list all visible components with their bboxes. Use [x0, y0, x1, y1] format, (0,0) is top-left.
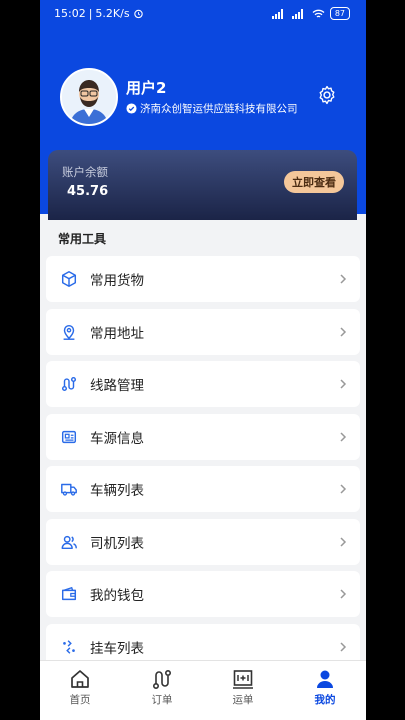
wifi-icon	[312, 9, 325, 18]
balance-value: 45.76	[67, 184, 109, 199]
menu-item-common-address[interactable]: 常用地址	[46, 309, 360, 355]
username: 用户2	[126, 79, 167, 97]
waybill-icon	[233, 670, 253, 689]
menu-item-common-goods[interactable]: 常用货物	[46, 256, 360, 302]
id-card-icon	[58, 426, 80, 448]
trailer-icon	[58, 636, 80, 658]
chevron-right-icon	[340, 642, 347, 652]
app-screen: 15:02 | 5.2K/s 87 用户2 济南众创智运供应链科技有限公司 账户…	[40, 0, 366, 720]
menu-item-my-wallet[interactable]: 我的钱包	[46, 571, 360, 617]
menu-item-label: 线路管理	[90, 378, 144, 394]
chevron-right-icon	[340, 484, 347, 494]
users-icon	[58, 531, 80, 553]
tab-label: 我的	[314, 694, 336, 706]
chevron-right-icon	[340, 537, 347, 547]
truck-icon	[58, 478, 80, 500]
location-pin-icon	[58, 321, 80, 343]
balance-label: 账户余额	[62, 165, 108, 179]
chevron-right-icon	[340, 274, 347, 284]
menu-item-vehicle-list[interactable]: 车辆列表	[46, 466, 360, 512]
signal-icon	[271, 8, 283, 19]
company-label: 济南众创智运供应链科技有限公司	[140, 103, 298, 115]
verified-badge-icon	[126, 103, 137, 114]
tab-waybills[interactable]: 运单	[203, 661, 283, 713]
battery-indicator: 87	[329, 7, 350, 20]
balance-card: 账户余额 45.76 立即查看	[48, 150, 357, 220]
bottom-tab-bar: 首页 订单 运单 我的	[40, 660, 366, 713]
order-route-icon	[152, 669, 172, 690]
status-time: 15:02	[54, 7, 86, 20]
tab-mine[interactable]: 我的	[285, 661, 365, 713]
menu-item-label: 挂车列表	[90, 641, 144, 657]
chevron-right-icon	[340, 589, 347, 599]
menu-item-route-management[interactable]: 线路管理	[46, 361, 360, 407]
chevron-right-icon	[340, 379, 347, 389]
status-bar: 15:02 | 5.2K/s 87	[40, 0, 366, 28]
settings-gear-icon[interactable]	[316, 84, 338, 106]
route-icon	[58, 373, 80, 395]
tab-label: 首页	[69, 694, 91, 706]
menu-item-label: 我的钱包	[90, 588, 144, 604]
company-name: 济南众创智运供应链科技有限公司	[126, 101, 298, 116]
tab-orders[interactable]: 订单	[122, 661, 202, 713]
menu-item-vehicle-source[interactable]: 车源信息	[46, 414, 360, 460]
home-indicator-area	[40, 712, 366, 720]
tab-home[interactable]: 首页	[40, 661, 120, 713]
menu-item-label: 司机列表	[90, 536, 144, 552]
avatar[interactable]	[60, 68, 118, 126]
signal-icon-2	[291, 8, 303, 19]
menu-item-label: 常用货物	[90, 273, 144, 289]
chevron-right-icon	[340, 432, 347, 442]
profile-header: 15:02 | 5.2K/s 87 用户2 济南众创智运供应链科技有限公司 账户…	[40, 0, 366, 220]
view-balance-button[interactable]: 立即查看	[284, 171, 344, 193]
person-icon	[317, 670, 333, 688]
menu-item-driver-list[interactable]: 司机列表	[46, 519, 360, 565]
avatar-illustration	[62, 70, 116, 124]
wallet-icon	[58, 583, 80, 605]
home-icon	[71, 670, 89, 688]
menu-item-label: 车辆列表	[90, 483, 144, 499]
menu-item-label: 常用地址	[90, 326, 144, 342]
network-speed: 5.2K/s	[95, 7, 130, 20]
box-icon	[58, 268, 80, 290]
alarm-icon	[133, 9, 143, 19]
tools-section-title: 常用工具	[58, 232, 107, 246]
menu-item-label: 车源信息	[90, 431, 144, 447]
tab-label: 订单	[151, 694, 173, 706]
chevron-right-icon	[340, 327, 347, 337]
tab-label: 运单	[232, 694, 254, 706]
